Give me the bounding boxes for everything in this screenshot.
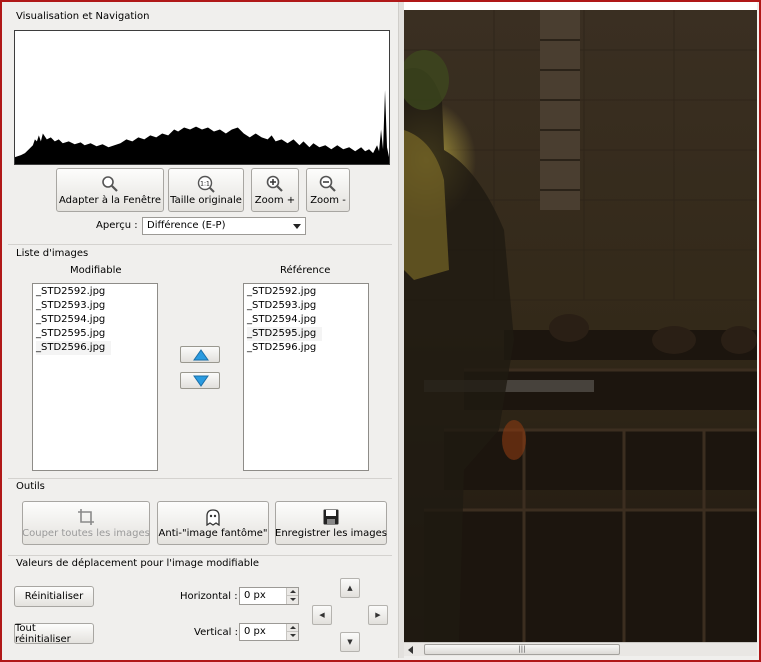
viewer-topbar: [404, 2, 757, 10]
nudge-right-button[interactable]: ▶: [368, 605, 388, 625]
reset-all-button[interactable]: Tout réinitialiser: [14, 623, 94, 645]
spin-up-icon[interactable]: [286, 624, 298, 632]
list-item-selected[interactable]: _STD2595.jpg: [247, 327, 323, 341]
list-item[interactable]: _STD2593.jpg: [36, 299, 154, 313]
list-item[interactable]: _STD2593.jpg: [247, 299, 365, 313]
move-down-button[interactable]: [180, 372, 220, 389]
vertical-value: 0 px: [244, 626, 266, 637]
zoom-in-label: Zoom +: [254, 194, 296, 206]
reference-list[interactable]: _STD2592.jpg _STD2593.jpg _STD2594.jpg _…: [243, 283, 369, 471]
zoom-out-icon: [319, 175, 336, 192]
modifiable-header: Modifiable: [70, 265, 122, 276]
list-item[interactable]: _STD2594.jpg: [36, 313, 154, 327]
vertical-label: Vertical :: [194, 627, 238, 638]
original-size-label: Taille originale: [170, 194, 242, 206]
reset-button[interactable]: Réinitialiser: [14, 586, 94, 607]
preview-select[interactable]: Différence (E-P): [142, 217, 306, 235]
arrow-down-icon: [193, 375, 209, 387]
left-panel: Visualisation et Navigation Adapter à la…: [2, 2, 398, 658]
move-up-button[interactable]: [180, 346, 220, 363]
caret-left-icon: ◀: [319, 611, 325, 619]
grip-icon: |||: [518, 645, 526, 653]
caret-up-icon: ▲: [347, 584, 353, 592]
ghost-icon: [206, 508, 220, 526]
zoom-original-icon: 1:1: [197, 175, 215, 193]
spin-down-icon[interactable]: [286, 596, 298, 604]
anti-ghost-button[interactable]: Anti-"image fantôme": [157, 501, 269, 545]
crop-all-button[interactable]: Couper toutes les images: [22, 501, 150, 545]
divider: [8, 478, 392, 479]
histogram: [14, 30, 390, 165]
divider: [8, 555, 392, 556]
caret-right-icon: ▶: [375, 611, 381, 619]
arrow-up-icon: [193, 349, 209, 361]
list-item[interactable]: _STD2595.jpg: [36, 327, 154, 341]
navigation-group-title: Visualisation et Navigation: [16, 11, 150, 22]
horizontal-scrollbar[interactable]: |||: [404, 642, 757, 656]
image-viewer[interactable]: [404, 10, 757, 642]
scrollbar-thumb[interactable]: |||: [424, 644, 620, 655]
zoom-out-button[interactable]: Zoom -: [306, 168, 350, 212]
spin-up-icon[interactable]: [286, 588, 298, 596]
save-images-button[interactable]: Enregistrer les images: [275, 501, 387, 545]
nudge-up-button[interactable]: ▲: [340, 578, 360, 598]
zoom-out-label: Zoom -: [310, 194, 346, 206]
horizontal-label: Horizontal :: [180, 591, 238, 602]
fit-window-button[interactable]: Adapter à la Fenêtre: [56, 168, 164, 212]
images-group-title: Liste d'images: [16, 248, 89, 259]
fit-window-label: Adapter à la Fenêtre: [58, 194, 162, 206]
tools-group-title: Outils: [16, 481, 45, 492]
crop-icon: [78, 508, 94, 525]
original-size-button[interactable]: 1:1 Taille originale: [168, 168, 244, 212]
list-item[interactable]: _STD2594.jpg: [247, 313, 365, 327]
reference-header: Référence: [280, 265, 331, 276]
horizontal-input[interactable]: 0 px: [239, 587, 299, 605]
histogram-plot: [15, 90, 389, 164]
nudge-left-button[interactable]: ◀: [312, 605, 332, 625]
preview-select-value: Différence (E-P): [147, 220, 226, 231]
original-icon-text: 1:1: [200, 180, 210, 187]
list-item[interactable]: _STD2592.jpg: [247, 285, 365, 299]
list-item[interactable]: _STD2592.jpg: [36, 285, 154, 299]
zoom-fit-icon: [102, 175, 118, 192]
zoom-in-button[interactable]: Zoom +: [251, 168, 299, 212]
list-item[interactable]: _STD2596.jpg: [247, 341, 365, 355]
horizontal-value: 0 px: [244, 590, 266, 601]
floppy-disk-icon: [323, 509, 339, 524]
crop-all-label: Couper toutes les images: [22, 527, 150, 539]
photo-preview: [404, 10, 757, 642]
modifiable-list[interactable]: _STD2592.jpg _STD2593.jpg _STD2594.jpg _…: [32, 283, 158, 471]
list-item-selected[interactable]: _STD2596.jpg: [36, 341, 112, 355]
divider: [8, 244, 392, 245]
offset-group-title: Valeurs de déplacement pour l'image modi…: [16, 558, 260, 569]
spin-down-icon[interactable]: [286, 632, 298, 640]
nudge-down-button[interactable]: ▼: [340, 632, 360, 652]
vertical-input[interactable]: 0 px: [239, 623, 299, 641]
preview-label: Aperçu :: [96, 220, 138, 231]
zoom-in-icon: [266, 175, 283, 192]
chevron-down-icon: [293, 224, 301, 229]
save-images-label: Enregistrer les images: [275, 527, 387, 539]
scroll-left-icon[interactable]: [408, 646, 413, 654]
anti-ghost-label: Anti-"image fantôme": [158, 527, 268, 539]
caret-down-icon: ▼: [347, 638, 353, 646]
